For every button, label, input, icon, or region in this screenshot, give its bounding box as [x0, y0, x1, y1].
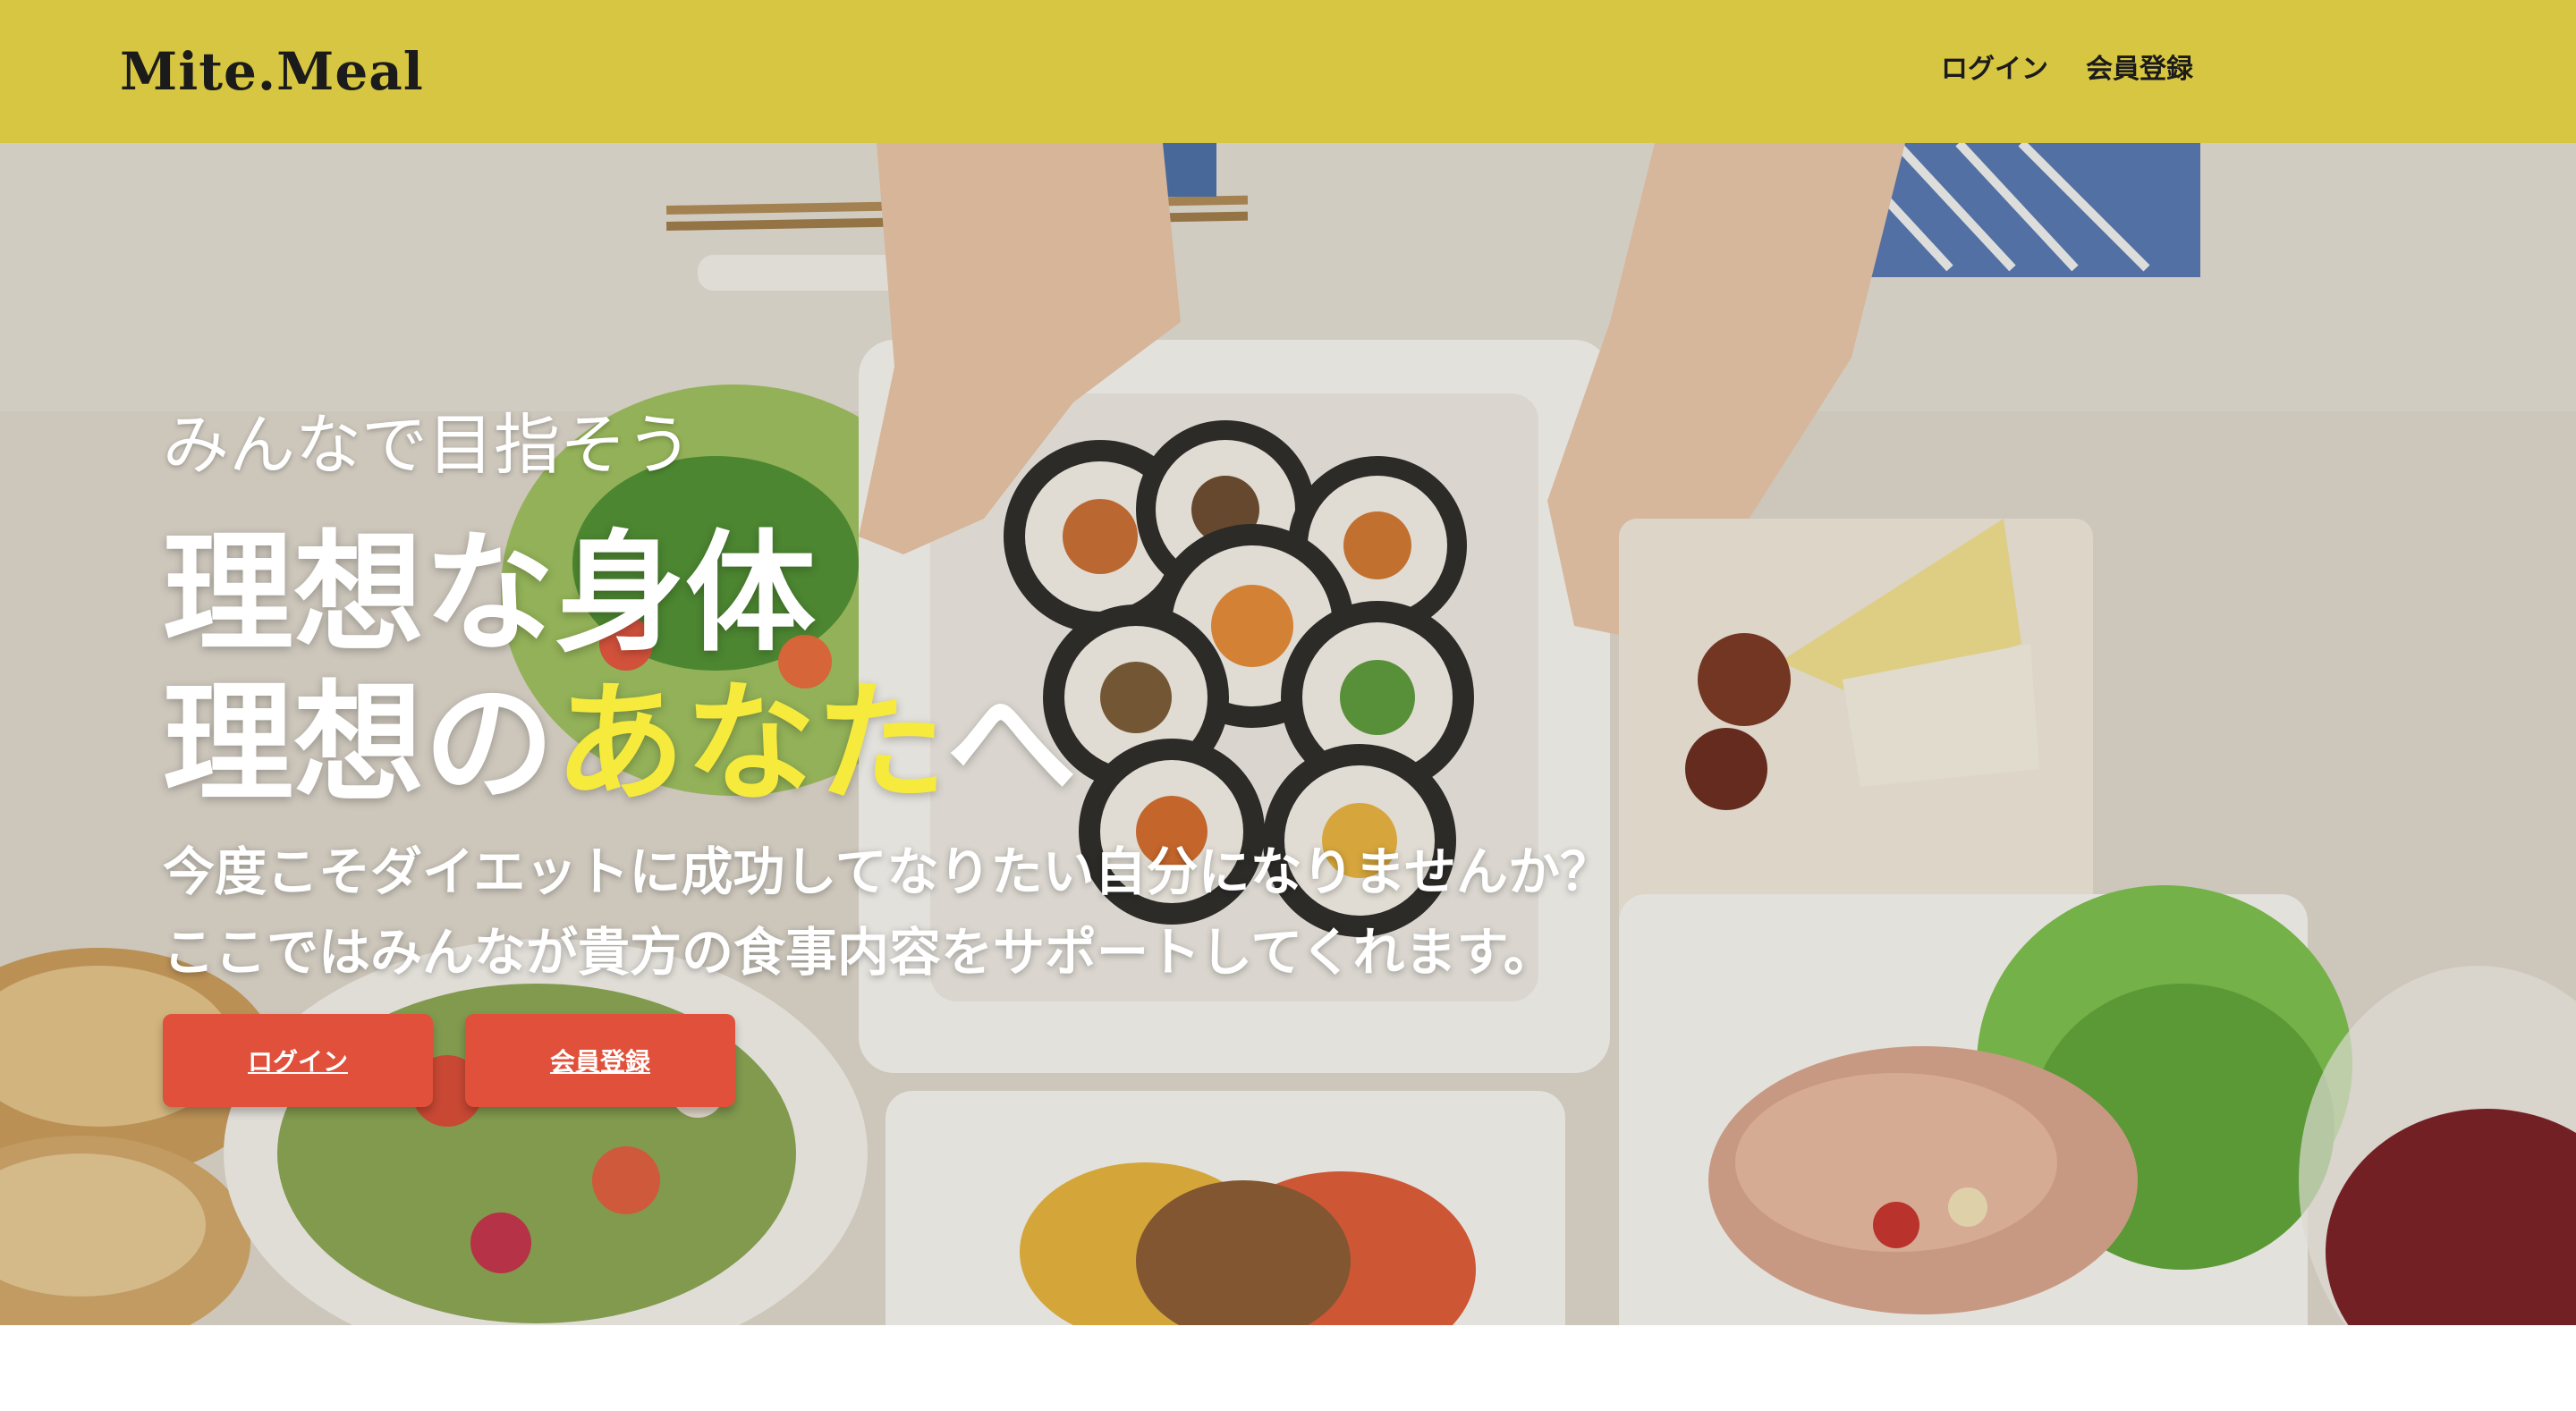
hero-login-button[interactable]: ログイン [163, 1014, 433, 1107]
hero-tagline: みんなで目指そう [163, 407, 692, 484]
header-nav: ログイン 会員登録 [1941, 50, 2193, 89]
hero-buttons: ログイン 会員登録 [163, 1014, 735, 1107]
hero-subtext: 今度こそダイエットに成功してなりたい自分になりませんか？ ここではみんなが貴方の… [163, 832, 1773, 993]
site-logo[interactable]: Mite.Meal [120, 39, 424, 104]
hero-headline: 理想な身体 理想のあなたへ [163, 519, 1236, 819]
subtext-line2: ここではみんなが貴方の食事内容をサポートしてくれます。 [163, 922, 1555, 983]
hero-signup-button[interactable]: 会員登録 [465, 1014, 735, 1107]
nav-login-link[interactable]: ログイン [1941, 50, 2048, 89]
hero-section: みんなで目指そう 理想な身体 理想のあなたへ 今度こそダイエットに成功してなりた… [0, 143, 2576, 1325]
site-header: Mite.Meal ログイン 会員登録 [0, 0, 2576, 143]
nav-signup-link[interactable]: 会員登録 [2086, 50, 2193, 89]
headline-line2-suffix: へ [946, 668, 1077, 820]
headline-highlight: あなた [555, 668, 946, 820]
headline-line2-prefix: 理想の [163, 668, 555, 820]
subtext-line1: 今度こそダイエットに成功してなりたい自分になりませんか？ [163, 841, 1612, 902]
headline-line1: 理想な身体 [163, 518, 816, 670]
